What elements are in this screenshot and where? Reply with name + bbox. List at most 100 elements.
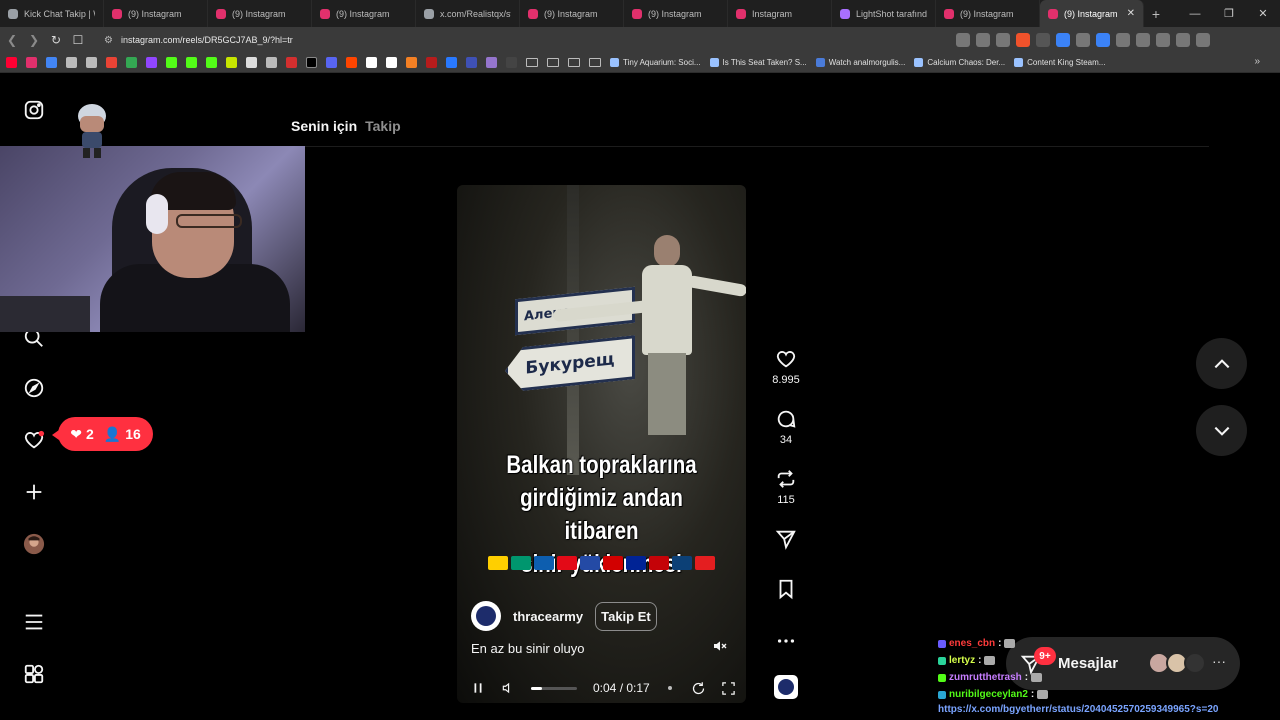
fullscreen-icon[interactable] — [720, 679, 738, 697]
cast-icon[interactable] — [956, 33, 970, 47]
address-bar[interactable]: ⚙ instagram.com/reels/DR5GCJ7AB_9/?hl=tr — [96, 29, 946, 51]
instagram-icon[interactable] — [26, 57, 37, 68]
folder-icon[interactable] — [568, 58, 580, 67]
back-icon[interactable]: ❮ — [2, 30, 22, 50]
browser-tab[interactable]: Kick Chat Takip | Wi — [0, 0, 104, 27]
replay-icon[interactable] — [690, 679, 708, 697]
bookmark-icon[interactable] — [446, 57, 457, 68]
repost-action[interactable]: 115 — [768, 468, 804, 506]
amazon-icon[interactable] — [386, 57, 397, 68]
bookmark-icon[interactable] — [266, 57, 277, 68]
audio-thumbnail[interactable] — [774, 675, 798, 699]
forward-icon[interactable]: ❯ — [24, 30, 44, 50]
puzzle-icon[interactable] — [1136, 33, 1150, 47]
bookmark-icon[interactable] — [326, 57, 337, 68]
tab-for-you[interactable]: Senin için — [291, 118, 357, 134]
bookmark-icon[interactable] — [286, 57, 297, 68]
author-avatar[interactable] — [471, 601, 501, 631]
drive-icon[interactable] — [126, 57, 137, 68]
gmail-icon[interactable] — [106, 57, 117, 68]
share-action[interactable] — [768, 528, 804, 550]
save-action[interactable] — [768, 578, 804, 600]
folder-icon[interactable] — [547, 58, 559, 67]
comment-action[interactable]: 34 — [768, 408, 804, 446]
pause-icon[interactable] — [469, 679, 487, 697]
previous-reel-button[interactable] — [1196, 338, 1247, 389]
bookmark-link[interactable]: Calcium Chaos: Der... — [914, 58, 1005, 67]
bookmark-icon[interactable] — [506, 57, 517, 68]
twitch-icon[interactable] — [146, 57, 157, 68]
bookmark-link[interactable]: Content King Steam... — [1014, 58, 1105, 67]
more-bookmarks-icon[interactable]: » — [1254, 56, 1260, 67]
browser-tab[interactable]: (9) Instagram — [520, 0, 624, 27]
bookmark-link[interactable]: Tiny Aquarium: Soci... — [610, 58, 701, 67]
share-icon[interactable] — [996, 33, 1010, 47]
volume-icon[interactable] — [499, 679, 517, 697]
browser-tab[interactable]: LightShot tarafından — [832, 0, 936, 27]
brave-shield-icon[interactable] — [1016, 33, 1030, 47]
extension-icon[interactable] — [1036, 33, 1050, 47]
bookmark-page-icon[interactable]: ☐ — [68, 30, 88, 50]
browser-tab[interactable]: (9) Instagram ✕ — [1040, 0, 1144, 27]
close-window-icon[interactable]: ✕ — [1246, 0, 1280, 27]
bookmark-icon[interactable] — [366, 57, 377, 68]
progress-bar[interactable] — [531, 686, 577, 690]
profile-avatar-icon[interactable] — [22, 532, 46, 556]
more-menu-icon[interactable] — [22, 610, 46, 634]
youtube-icon[interactable] — [6, 57, 17, 68]
kick-icon[interactable] — [166, 57, 177, 68]
instagram-logo-icon[interactable] — [22, 98, 46, 122]
reddit-icon[interactable] — [346, 57, 357, 68]
playlist-icon[interactable] — [1176, 33, 1190, 47]
close-tab-icon[interactable]: ✕ — [1127, 8, 1135, 19]
bookmark-icon[interactable] — [66, 57, 77, 68]
reload-icon[interactable]: ↻ — [46, 30, 66, 50]
follow-button[interactable]: Takip Et — [595, 601, 657, 631]
zoom-icon[interactable] — [976, 33, 990, 47]
notifications-heart-icon[interactable] — [22, 428, 46, 452]
bookmark-icon[interactable] — [246, 57, 257, 68]
bookmark-icon[interactable] — [426, 57, 437, 68]
folder-icon[interactable] — [526, 58, 538, 67]
site-info-icon[interactable]: ⚙ — [104, 35, 113, 46]
extension-icon[interactable] — [1076, 33, 1090, 47]
bookmark-icon[interactable] — [86, 57, 97, 68]
browser-tab[interactable]: (9) Instagram — [936, 0, 1040, 27]
reel-video[interactable]: Алекс... Букурещ Balkan topraklarına gir… — [457, 185, 746, 703]
tab-following[interactable]: Takip — [365, 118, 401, 134]
minimize-icon[interactable]: — — [1178, 0, 1212, 27]
bookmark-link[interactable]: Watch analmorgulis... — [815, 58, 905, 67]
browser-tab[interactable]: Instagram — [728, 0, 832, 27]
menu-icon[interactable] — [1196, 33, 1210, 47]
maximize-icon[interactable]: ❐ — [1212, 0, 1246, 27]
like-action[interactable]: 8.995 — [768, 348, 804, 386]
bookmark-icon[interactable] — [466, 57, 477, 68]
explore-icon[interactable] — [22, 376, 46, 400]
browser-tab[interactable]: x.com/Realistqx/sta — [416, 0, 520, 27]
new-tab-icon[interactable]: + — [1144, 6, 1168, 22]
next-reel-button[interactable] — [1196, 405, 1247, 456]
bookmark-icon[interactable] — [406, 57, 417, 68]
create-icon[interactable] — [22, 480, 46, 504]
author-username[interactable]: thracearmy — [513, 609, 583, 624]
notification-tooltip[interactable]: ❤ 2 👤 16 — [52, 417, 153, 451]
kick-icon[interactable] — [186, 57, 197, 68]
browser-tab[interactable]: (9) Instagram — [208, 0, 312, 27]
browser-tab[interactable]: (9) Instagram — [624, 0, 728, 27]
browser-tab[interactable]: (9) Instagram — [312, 0, 416, 27]
extension-icon[interactable] — [1096, 33, 1110, 47]
kick-icon[interactable] — [206, 57, 217, 68]
muted-icon[interactable] — [709, 635, 731, 657]
folder-icon[interactable] — [589, 58, 601, 67]
extension-icon[interactable] — [1116, 33, 1130, 47]
browser-tab[interactable]: (9) Instagram — [104, 0, 208, 27]
sidebar-icon[interactable] — [1156, 33, 1170, 47]
extension-icon[interactable] — [1056, 33, 1070, 47]
bookmark-icon[interactable] — [486, 57, 497, 68]
bookmark-icon[interactable] — [226, 57, 237, 68]
x-icon[interactable] — [306, 57, 317, 68]
bookmark-icon[interactable] — [46, 57, 57, 68]
bookmark-link[interactable]: Is This Seat Taken? S... — [709, 58, 807, 67]
also-from-meta-icon[interactable] — [22, 662, 46, 686]
more-options-action[interactable] — [768, 630, 804, 652]
